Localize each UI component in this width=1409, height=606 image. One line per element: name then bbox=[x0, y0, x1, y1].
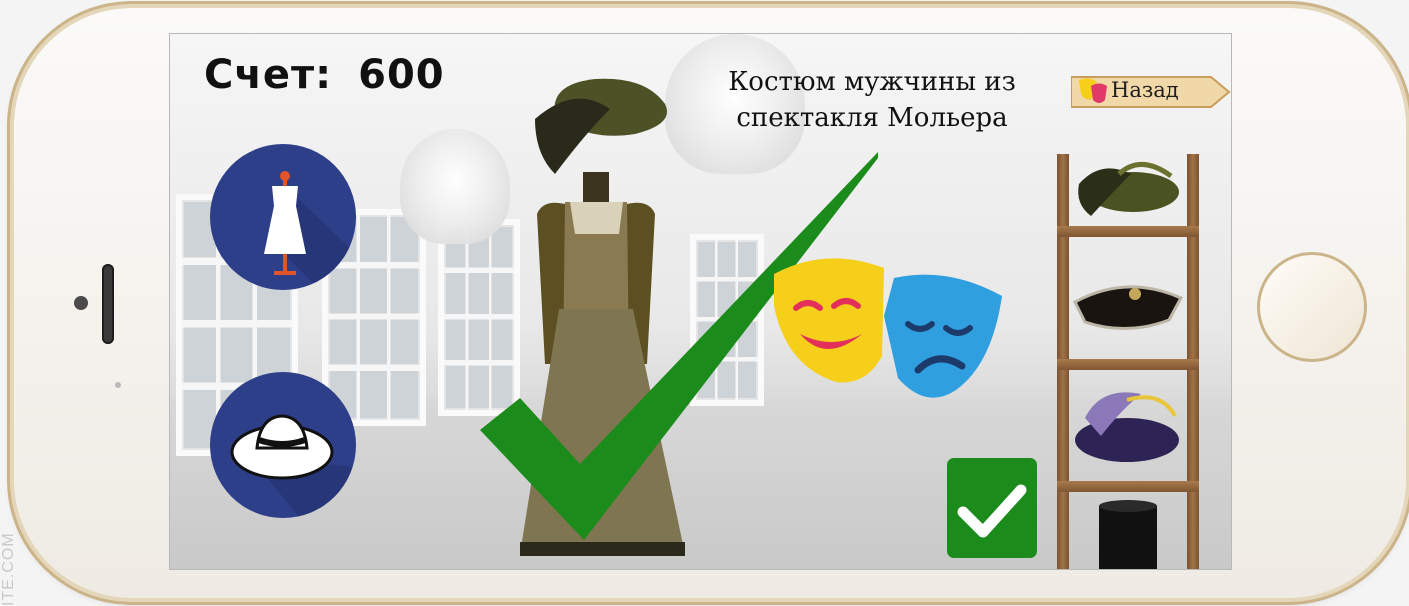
check-icon bbox=[957, 484, 1027, 538]
earpiece-speaker bbox=[102, 264, 114, 344]
accessory-black-tricorn-hat[interactable] bbox=[1071, 254, 1185, 354]
back-label: Назад bbox=[1111, 78, 1179, 102]
confirm-button[interactable] bbox=[947, 458, 1037, 558]
plumed-hat-icon bbox=[1075, 392, 1179, 462]
game-screen: Счет: 600 Костюм мужчины из спектакля Мо… bbox=[169, 33, 1232, 570]
top-hat-icon bbox=[1099, 500, 1157, 569]
watermark-text: ITE.COM bbox=[0, 532, 17, 606]
dress-category-button[interactable] bbox=[210, 144, 356, 290]
accessory-ladder bbox=[1057, 154, 1199, 569]
ladder-rung bbox=[1057, 481, 1199, 492]
accessory-black-top-hat[interactable] bbox=[1071, 498, 1185, 569]
theatre-masks-icon bbox=[774, 258, 1002, 398]
theatre-masks-icon bbox=[1079, 78, 1107, 103]
front-camera bbox=[74, 296, 88, 310]
costume-title: Костюм мужчины из спектакля Мольера bbox=[728, 67, 1016, 133]
proximity-sensor bbox=[115, 382, 121, 388]
accessory-green-feather-hat[interactable] bbox=[1071, 154, 1185, 224]
wide-brim-hat-icon bbox=[230, 414, 356, 518]
score-value: 600 bbox=[358, 52, 445, 98]
home-button[interactable] bbox=[1257, 252, 1367, 362]
ladder-rung bbox=[1057, 226, 1199, 237]
tricorn-hat-icon bbox=[1073, 285, 1184, 330]
hat-category-button[interactable] bbox=[210, 372, 356, 518]
feathered-hat-icon bbox=[1078, 162, 1179, 216]
dress-mannequin-icon bbox=[264, 171, 356, 290]
ladder-rung bbox=[1057, 359, 1199, 370]
accessory-purple-plumed-hat[interactable] bbox=[1071, 376, 1185, 476]
score-label: Счет: bbox=[204, 52, 333, 98]
back-button[interactable]: Назад bbox=[1071, 74, 1231, 110]
score-display: Счет: 600 bbox=[204, 52, 445, 98]
